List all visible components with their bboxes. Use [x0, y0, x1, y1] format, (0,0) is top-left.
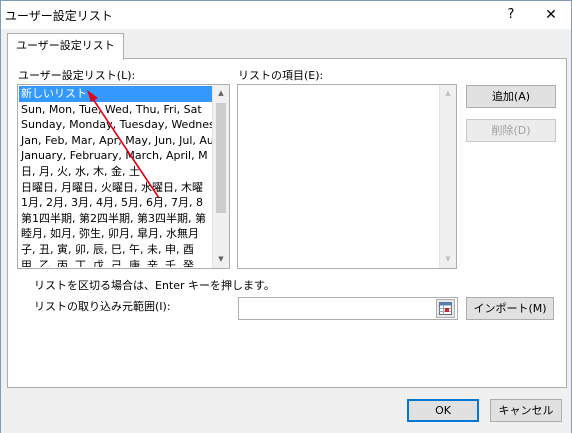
dialog-title: ユーザー設定リスト [5, 9, 113, 23]
range-select-button[interactable] [436, 299, 455, 318]
list-item[interactable]: 子, 丑, 寅, 卯, 辰, 巳, 午, 未, 申, 酉 [19, 242, 212, 258]
import-range-input[interactable] [238, 297, 458, 320]
hint-text: リストを区切る場合は、Enter キーを押します。 [34, 279, 275, 292]
custom-lists-listbox[interactable]: 新しいリスト Sun, Mon, Tue, Wed, Thu, Fri, Sat S… [17, 84, 230, 269]
dialog-footer [1, 391, 571, 433]
close-button[interactable]: ✕ [531, 1, 571, 29]
tab-custom-lists[interactable]: ユーザー設定リスト [7, 33, 124, 60]
help-button[interactable]: ? [491, 1, 531, 29]
list-item[interactable]: January, February, March, April, M [19, 148, 212, 164]
list-entries-textarea[interactable]: ▲ ▼ [237, 84, 457, 269]
delete-button[interactable]: 削除(D) [466, 119, 556, 142]
list-item[interactable]: Sun, Mon, Tue, Wed, Thu, Fri, Sat [19, 102, 212, 118]
scroll-down-icon: ▼ [445, 255, 451, 263]
ok-button[interactable]: OK [407, 399, 479, 422]
import-range-label: リストの取り込み元範囲(I): [34, 300, 171, 313]
list-item[interactable]: Sunday, Monday, Tuesday, Wednesday [19, 117, 212, 133]
list-item[interactable]: 睦月, 如月, 弥生, 卯月, 皐月, 水無月 [19, 226, 212, 242]
scroll-up-icon: ▲ [445, 89, 451, 97]
list-item[interactable]: 日, 月, 火, 水, 木, 金, 土 [19, 164, 212, 180]
custom-lists-scrollbar[interactable]: ▲ ▼ [212, 85, 229, 268]
scroll-thumb[interactable] [216, 103, 226, 213]
list-entries-label: リストの項目(E): [238, 69, 324, 82]
list-item[interactable]: 1月, 2月, 3月, 4月, 5月, 6月, 7月, 8 [19, 195, 212, 211]
tab-strip: ユーザー設定リスト [7, 33, 567, 60]
list-entries-content [239, 86, 439, 267]
custom-lists-dialog: ユーザー設定リスト ? ✕ ユーザー設定リスト ユーザー設定リスト(L): 新し… [0, 0, 572, 433]
add-button[interactable]: 追加(A) [466, 85, 556, 108]
import-button[interactable]: インポート(M) [466, 297, 554, 320]
list-item[interactable]: 甲, 乙, 丙, 丁, 戊, 己, 庚, 辛, 壬, 癸 [19, 258, 212, 267]
title-bar: ユーザー設定リスト ? ✕ [1, 1, 571, 29]
list-entries-scrollbar: ▲ ▼ [439, 85, 456, 268]
list-item[interactable]: 日曜日, 月曜日, 火曜日, 水曜日, 木曜 [19, 180, 212, 196]
scroll-up-icon[interactable]: ▲ [213, 85, 229, 102]
custom-lists-label: ユーザー設定リスト(L): [18, 69, 136, 82]
list-item[interactable]: Jan, Feb, Mar, Apr, May, Jun, Jul, Au [19, 133, 212, 149]
cancel-button[interactable]: キャンセル [490, 399, 562, 422]
custom-lists-items: 新しいリスト Sun, Mon, Tue, Wed, Thu, Fri, Sat S… [19, 86, 212, 267]
scroll-down-icon[interactable]: ▼ [213, 251, 229, 268]
list-item[interactable]: 第1四半期, 第2四半期, 第3四半期, 第 [19, 211, 212, 227]
list-item-new-list[interactable]: 新しいリスト [19, 86, 212, 102]
